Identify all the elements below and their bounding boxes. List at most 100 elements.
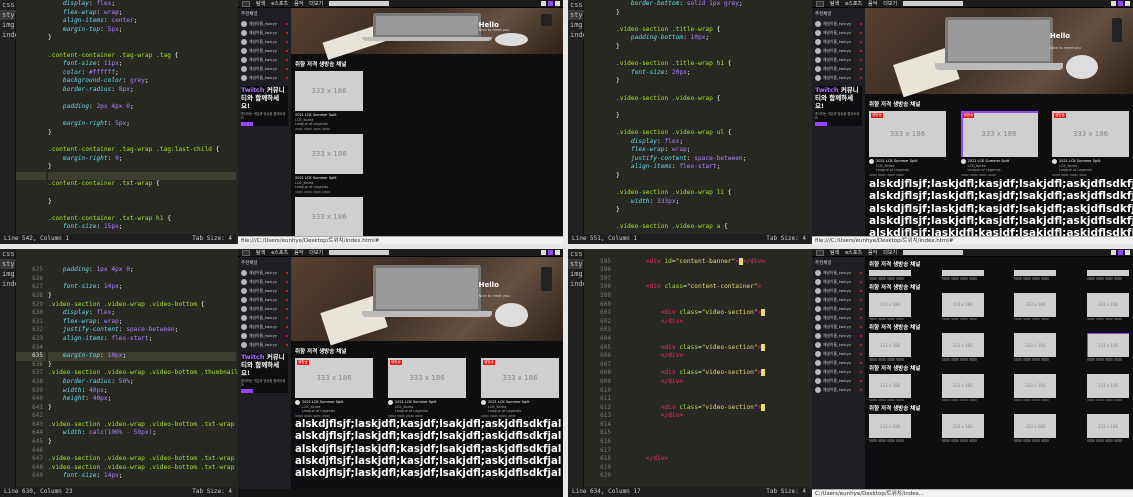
tag-chip[interactable] bbox=[406, 414, 414, 417]
tag-chip[interactable] bbox=[1104, 439, 1113, 442]
video-card[interactable]: 333 x 186 bbox=[1086, 414, 1129, 442]
tag-chip[interactable] bbox=[1095, 317, 1104, 320]
tag-chip[interactable] bbox=[869, 439, 877, 442]
tag-chip[interactable] bbox=[869, 317, 877, 320]
tag-chip[interactable] bbox=[1014, 277, 1023, 280]
main-content[interactable]: Hello Nice to meet you 취향 저격 생방송 채널 333 x 1… bbox=[291, 257, 563, 489]
channel-item[interactable]: 채널이름_twicyy bbox=[812, 322, 865, 331]
video-thumbnail[interactable]: 333 x 186 생방송 bbox=[960, 111, 1038, 157]
channel-item[interactable]: 채널이름_twicyy bbox=[238, 46, 291, 55]
status-tabsize[interactable]: Tab Size: 4 bbox=[192, 487, 232, 497]
channel-item[interactable]: 채널이름_twicyy bbox=[812, 286, 865, 295]
channel-item[interactable]: 채널이름_twicyy bbox=[238, 28, 291, 37]
signup-button-icon[interactable] bbox=[548, 250, 553, 255]
tag-chip[interactable] bbox=[959, 398, 968, 401]
tag-chip[interactable] bbox=[959, 439, 968, 442]
tag-chip[interactable] bbox=[1095, 277, 1104, 280]
signup-button[interactable] bbox=[241, 389, 253, 393]
tag-chip[interactable] bbox=[1014, 317, 1023, 320]
channel-item[interactable]: 채널이름_twicyy bbox=[812, 64, 865, 73]
nav-item[interactable]: 더보기 bbox=[883, 249, 897, 256]
video-thumbnail[interactable] bbox=[869, 270, 911, 276]
channel-item[interactable]: 채널이름_twicyy bbox=[812, 37, 865, 46]
code-area[interactable]: <div id="content-banner">·</div> <div cl… bbox=[614, 249, 810, 487]
user-icon[interactable] bbox=[555, 250, 560, 255]
tag-chip[interactable] bbox=[869, 173, 877, 176]
tag-chip[interactable] bbox=[1104, 358, 1113, 361]
video-thumbnail[interactable]: 333 x 186 bbox=[1086, 373, 1129, 398]
search-input[interactable] bbox=[903, 250, 964, 255]
channel-item[interactable]: 채널이름_twicyy bbox=[238, 64, 291, 73]
video-thumbnail[interactable] bbox=[941, 270, 984, 276]
tag-chip[interactable] bbox=[950, 439, 959, 442]
video-card[interactable] bbox=[1086, 270, 1129, 280]
video-card[interactable]: 333 x 186 bbox=[1086, 373, 1129, 401]
tag-chip[interactable] bbox=[941, 277, 950, 280]
sidebar-item[interactable]: style bbox=[0, 259, 23, 269]
nav-item[interactable]: 탐색 bbox=[830, 249, 839, 256]
sidebar-item[interactable]: style bbox=[568, 10, 591, 20]
signup-button-icon[interactable] bbox=[1118, 250, 1123, 255]
tag-chip[interactable] bbox=[878, 358, 886, 361]
tag-chip[interactable] bbox=[295, 190, 303, 193]
sidebar-item[interactable]: img bbox=[568, 20, 583, 30]
twitch-logo-icon[interactable] bbox=[816, 0, 824, 7]
login-button-icon[interactable] bbox=[1111, 250, 1116, 255]
nav-item[interactable]: 더보기 bbox=[309, 249, 323, 256]
tag-chip[interactable] bbox=[1113, 398, 1122, 401]
tag-chip[interactable] bbox=[968, 358, 977, 361]
channel-item[interactable]: 채널이름_twicyy bbox=[812, 358, 865, 367]
code-area[interactable]: padding: 1px 4px 0; font-size: 14px;} .vi… bbox=[46, 249, 268, 487]
nav-item[interactable]: 음악 bbox=[294, 0, 303, 7]
main-content[interactable]: 취향 저격 생방송 채널 취향 저격 생방송 채널 333 x 186 333 x 1… bbox=[865, 257, 1133, 489]
video-card[interactable]: 333 x 186 bbox=[1014, 414, 1057, 442]
signup-button-icon[interactable] bbox=[1118, 1, 1123, 6]
tag-chip[interactable] bbox=[869, 358, 877, 361]
tag-chip[interactable] bbox=[499, 414, 507, 417]
tag-chip[interactable] bbox=[1113, 358, 1122, 361]
tag-chip[interactable] bbox=[322, 414, 330, 417]
video-card[interactable]: 333 x 186 bbox=[941, 373, 984, 401]
sidebar-item[interactable]: style bbox=[0, 10, 23, 20]
tag-chip[interactable] bbox=[388, 414, 396, 417]
channel-item[interactable]: 채널이름_twicyy bbox=[238, 277, 291, 286]
channel-item[interactable]: 채널이름_twicyy bbox=[812, 19, 865, 28]
sidebar-item[interactable]: img bbox=[0, 20, 15, 30]
main-content[interactable]: Hello Nice to meet you 취향 저격 생방송 채널 333 x 1… bbox=[291, 8, 563, 236]
video-thumbnail[interactable]: 333 x 186 생방송 bbox=[1052, 111, 1129, 157]
tag-chip[interactable] bbox=[1113, 439, 1122, 442]
video-thumbnail[interactable]: 333 x 186 생방송 bbox=[481, 358, 559, 398]
tag-chip[interactable] bbox=[1086, 439, 1095, 442]
tag-chip[interactable] bbox=[490, 414, 498, 417]
channel-item[interactable]: 채널이름_twicyy bbox=[238, 55, 291, 64]
nav-item[interactable]: 더보기 bbox=[309, 0, 323, 7]
tag-chip[interactable] bbox=[1113, 277, 1122, 280]
nav-item[interactable]: 탐색 bbox=[830, 0, 839, 7]
user-icon[interactable] bbox=[1125, 250, 1130, 255]
channel-item[interactable]: 채널이름_twicyy bbox=[812, 349, 865, 358]
video-card[interactable] bbox=[1014, 270, 1057, 280]
tag-chip[interactable] bbox=[950, 317, 959, 320]
video-card[interactable]: 333 x 186 bbox=[1014, 292, 1057, 320]
tag-chip[interactable] bbox=[1014, 398, 1023, 401]
tag-chip[interactable] bbox=[950, 398, 959, 401]
tag-chip[interactable] bbox=[1079, 173, 1087, 176]
login-button-icon[interactable] bbox=[541, 250, 546, 255]
nav-item[interactable]: 탐색 bbox=[256, 0, 265, 7]
channel-item[interactable]: 채널이름_twicyy bbox=[812, 340, 865, 349]
search-input[interactable] bbox=[329, 1, 390, 6]
video-thumbnail[interactable]: 333 x 186 bbox=[869, 414, 911, 438]
status-tabsize[interactable]: Tab Size: 4 bbox=[192, 234, 232, 244]
sidebar-item[interactable]: index.h bbox=[568, 279, 600, 289]
tag-chip[interactable] bbox=[968, 398, 977, 401]
tag-chip[interactable] bbox=[1052, 173, 1060, 176]
video-card[interactable]: 333 x 186 생방송 2021 LCK Summer Split LCK_Kor… bbox=[295, 358, 373, 417]
video-thumbnail[interactable]: 333 x 186 생방송 bbox=[388, 358, 466, 398]
sidebar-item[interactable]: img bbox=[0, 269, 15, 279]
login-button-icon[interactable] bbox=[1111, 1, 1116, 6]
tag-chip[interactable] bbox=[1061, 173, 1069, 176]
tag-chip[interactable] bbox=[887, 173, 895, 176]
tag-chip[interactable] bbox=[1104, 398, 1113, 401]
channel-item[interactable]: 채널이름_twicyy bbox=[812, 55, 865, 64]
tag-chip[interactable] bbox=[869, 398, 877, 401]
